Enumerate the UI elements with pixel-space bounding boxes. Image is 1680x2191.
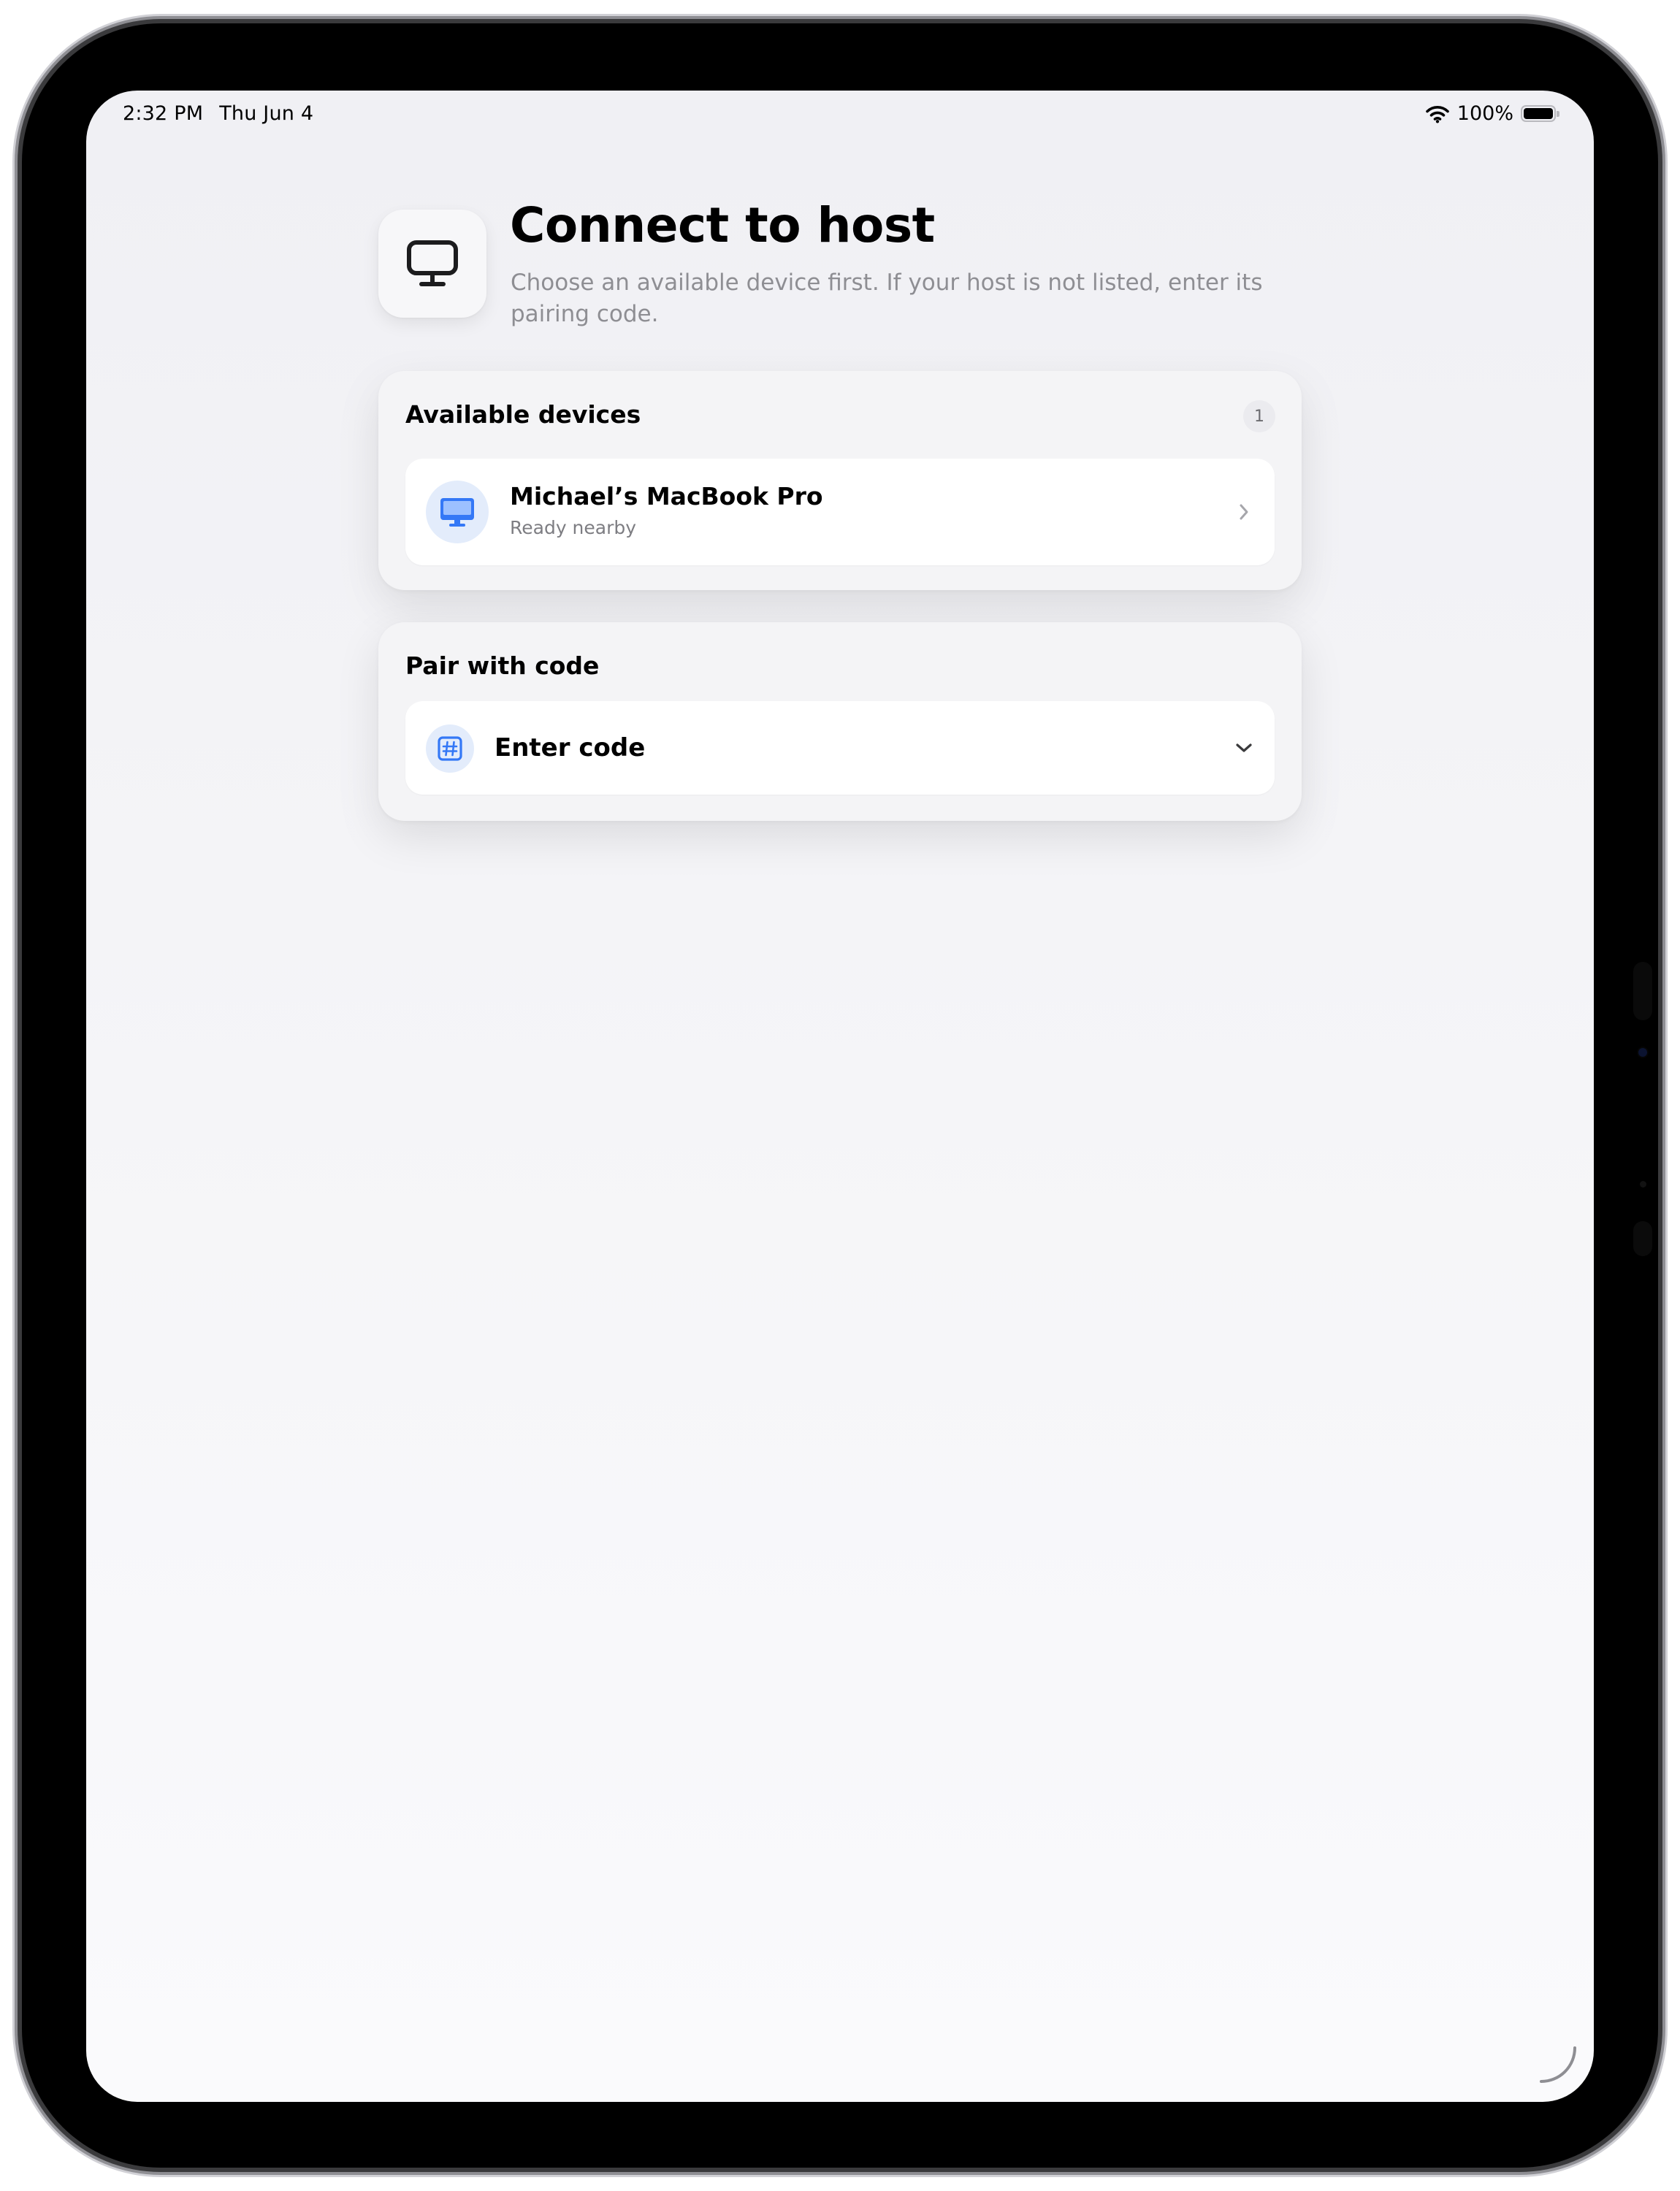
- pair-with-code-title: Pair with code: [405, 651, 600, 680]
- side-sensor: [1633, 1221, 1652, 1256]
- front-camera: [1638, 1048, 1647, 1057]
- page-subtitle: Choose an available device first. If you…: [511, 269, 1263, 327]
- device-name: Michael’s MacBook Pro: [510, 482, 823, 511]
- device-status: Ready nearby: [510, 517, 637, 538]
- available-devices-card: Available devices 1 Michael’s MacBook Pr…: [378, 371, 1302, 590]
- hashtag-icon: [438, 736, 462, 761]
- available-devices-title: Available devices: [405, 400, 641, 429]
- monitor-icon: [407, 240, 458, 286]
- pencil-connector: [1633, 962, 1652, 1020]
- page-title: Connect to host: [510, 197, 935, 253]
- header-icon-tile: [378, 210, 486, 318]
- enter-code-dropdown[interactable]: Enter code: [405, 701, 1275, 795]
- screen: 2:32 PM Thu Jun 4 100% Connect to host Ch…: [86, 91, 1594, 2102]
- enter-code-label: Enter code: [495, 733, 646, 762]
- status-date: Thu Jun 4: [219, 102, 314, 125]
- pair-with-code-card: Pair with code Enter code: [378, 622, 1302, 821]
- ambient-sensor: [1640, 1181, 1646, 1188]
- status-bar: 2:32 PM Thu Jun 4 100%: [86, 91, 1594, 142]
- chevron-right-icon: [1229, 497, 1259, 527]
- device-count-badge: 1: [1243, 400, 1275, 432]
- status-time-date: 2:32 PM Thu Jun 4: [123, 102, 313, 125]
- device-row[interactable]: Michael’s MacBook Pro Ready nearby: [405, 459, 1275, 565]
- chevron-down-icon[interactable]: [1229, 733, 1259, 762]
- battery-level: [1524, 108, 1553, 119]
- status-time: 2:32 PM: [123, 102, 204, 125]
- battery-icon: [1521, 105, 1559, 122]
- battery-cap: [1557, 111, 1559, 117]
- corner-resize-icon: [1540, 2046, 1576, 2083]
- battery-percent: 100%: [1456, 102, 1513, 125]
- device-icon-circle: [426, 481, 489, 543]
- code-icon-circle: [426, 724, 474, 773]
- desktop-computer-icon: [440, 498, 474, 527]
- status-indicators: 100%: [1425, 102, 1559, 125]
- wifi-icon: [1425, 105, 1449, 123]
